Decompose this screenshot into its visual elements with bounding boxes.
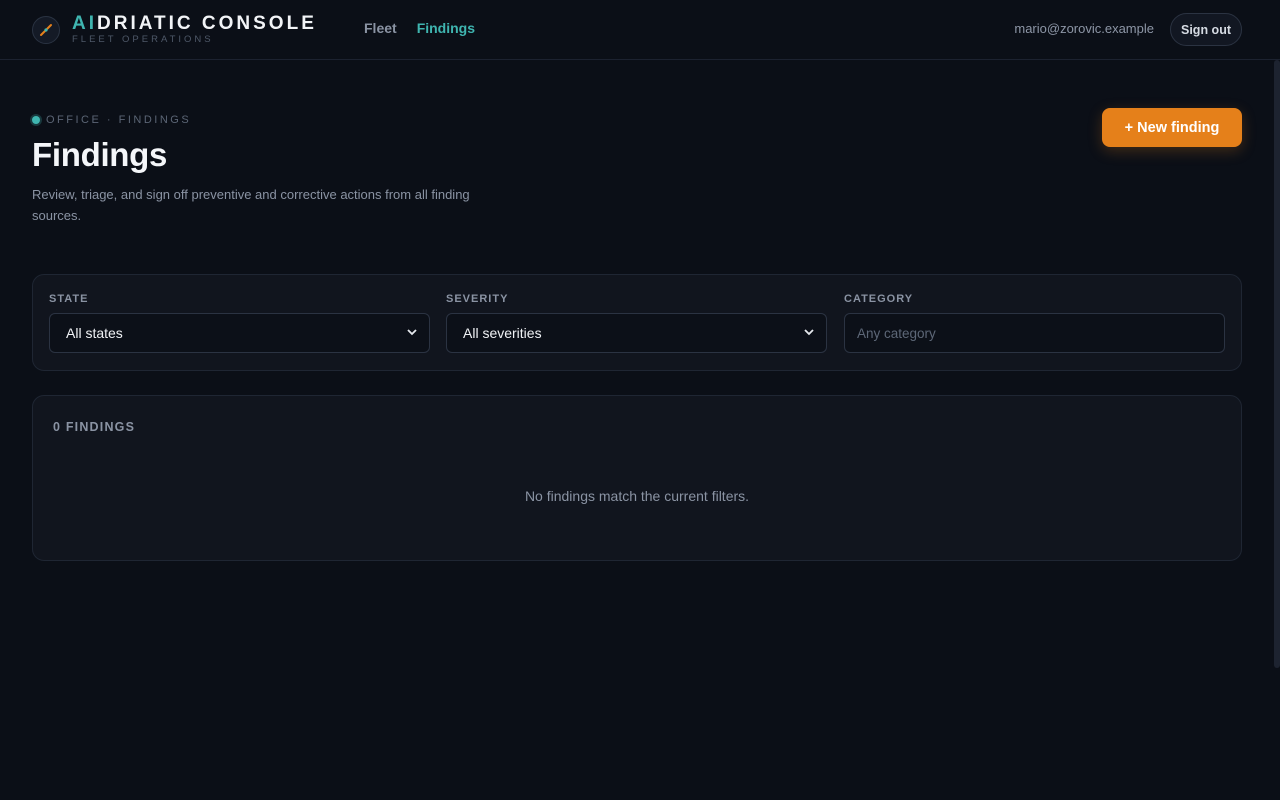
status-dot-icon	[32, 116, 40, 124]
severity-select[interactable]: All severities	[446, 313, 827, 353]
state-filter: STATE All states	[49, 293, 430, 353]
nav-item-findings[interactable]: Findings	[417, 20, 475, 36]
top-bar: AIDRIATIC CONSOLE FLEET OPERATIONS Fleet…	[0, 0, 1280, 60]
brand-title: AIDRIATIC CONSOLE	[72, 14, 317, 33]
breadcrumb-text: OFFICE · FINDINGS	[46, 114, 192, 126]
brand-title-prefix: AI	[72, 13, 97, 34]
chevron-down-icon	[804, 326, 814, 340]
main-nav: Fleet Findings	[364, 20, 475, 36]
category-input[interactable]: Any category	[844, 313, 1225, 353]
severity-select-value: All severities	[463, 325, 542, 341]
findings-results-panel: 0 FINDINGS No findings match the current…	[32, 395, 1242, 561]
brand-subtitle: FLEET OPERATIONS	[72, 34, 214, 45]
page-title: Findings	[32, 136, 168, 173]
severity-filter: SEVERITY All severities	[446, 293, 827, 353]
filters-panel: STATE All states SEVERITY All severities…	[32, 274, 1242, 371]
nav-item-fleet[interactable]: Fleet	[364, 20, 397, 36]
page-description: Review, triage, and sign off preventive …	[32, 187, 470, 223]
empty-state-message: No findings match the current filters.	[524, 488, 750, 504]
scrollbar[interactable]	[1274, 60, 1280, 668]
state-filter-label: STATE	[49, 293, 89, 305]
brand-title-rest: DRIATIC CONSOLE	[97, 13, 317, 34]
severity-filter-label: SEVERITY	[446, 293, 509, 305]
category-filter: CATEGORY Any category	[844, 293, 1225, 353]
brand-logo[interactable]: AIDRIATIC CONSOLE FLEET OPERATIONS	[32, 14, 317, 45]
state-select[interactable]: All states	[49, 313, 430, 353]
category-filter-label: CATEGORY	[844, 293, 914, 305]
user-email: mario@zorovic.example	[1014, 21, 1154, 36]
sign-out-button[interactable]: Sign out	[1170, 13, 1242, 46]
compass-needle-icon	[32, 15, 60, 44]
findings-count: 0 FINDINGS	[53, 420, 136, 434]
chevron-down-icon	[407, 326, 417, 340]
breadcrumb: OFFICE · FINDINGS	[32, 114, 191, 126]
new-finding-button[interactable]: + New finding	[1102, 108, 1242, 147]
state-select-value: All states	[66, 325, 123, 341]
